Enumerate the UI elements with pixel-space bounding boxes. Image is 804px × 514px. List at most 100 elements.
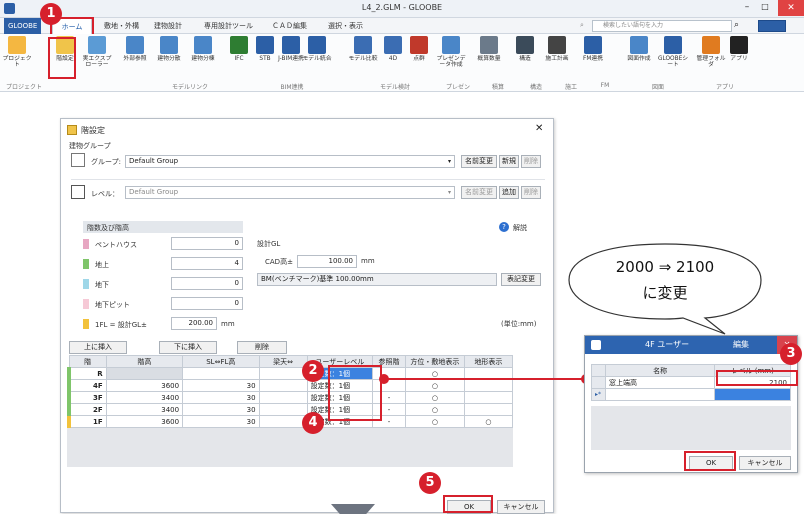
new-row-name-cell[interactable] <box>604 388 716 401</box>
table-cell[interactable]: 3600 <box>105 379 184 392</box>
table-cell[interactable] <box>258 367 308 380</box>
table-cell[interactable]: 30 <box>182 391 260 404</box>
table-cell[interactable]: 30 <box>182 403 260 416</box>
ribbon-group-label: 図面 <box>651 84 664 91</box>
level-name-cell[interactable]: 窓上端高 <box>604 376 716 389</box>
insert-below-button[interactable]: 下に挿入 <box>159 341 217 354</box>
ribbon-button-18[interactable]: 図面作成 <box>622 36 656 80</box>
tab-building-design[interactable]: 建物設計 <box>150 18 186 34</box>
ribbon-group-label: 積算 <box>491 84 504 91</box>
delete-row-button[interactable]: 削除 <box>237 341 287 354</box>
toggle-icon[interactable] <box>758 20 786 32</box>
table-cell[interactable]: 30 <box>182 415 260 428</box>
sub-cancel-button[interactable]: キャンセル <box>739 456 791 470</box>
table-cell[interactable]: 4F <box>66 379 107 392</box>
table-cell[interactable]: 3400 <box>105 391 184 404</box>
ribbon-button-icon <box>126 36 144 54</box>
below-input[interactable]: 0 <box>171 277 243 290</box>
ribbon-button-icon <box>88 36 106 54</box>
tab-select-view[interactable]: 選択・表示 <box>324 18 367 34</box>
ribbon-button-17[interactable]: FM連携 <box>576 36 610 80</box>
table-cell[interactable]: 1F <box>66 415 107 428</box>
search-input[interactable]: 検索したい語句を入力 <box>592 20 732 32</box>
add-level-button[interactable]: 追加 <box>499 186 519 199</box>
table-cell[interactable]: ○ <box>463 415 514 428</box>
above-input[interactable]: 4 <box>171 257 243 270</box>
dialog-close-icon[interactable]: ✕ <box>535 123 543 134</box>
table-cell[interactable]: ○ <box>404 403 465 416</box>
pit-input[interactable]: 0 <box>171 297 243 310</box>
callout-line-1: 2000 ⇒ 2100 <box>615 258 715 276</box>
ribbon-button-16[interactable]: 施工計画 <box>540 36 574 80</box>
ribbon-button-5[interactable]: 建物分棟 <box>186 36 220 80</box>
fl-input[interactable]: 200.00 <box>171 317 217 330</box>
ribbon-button-9[interactable]: モデル統合 <box>300 36 334 80</box>
new-row-level-cell[interactable] <box>714 388 791 401</box>
ribbon-button-4[interactable]: 建物分散 <box>152 36 186 80</box>
notation-button[interactable]: 表記変更 <box>501 273 541 286</box>
table-cell[interactable]: 3600 <box>105 415 184 428</box>
ribbon-button-icon <box>548 36 566 54</box>
table-cell[interactable] <box>258 379 308 392</box>
tab-design-tools[interactable]: 専用設計ツール <box>200 18 257 34</box>
search-button-icon[interactable]: ⌕ <box>734 20 739 30</box>
ribbon-button-21[interactable]: アプリ <box>722 36 756 80</box>
minimize-icon[interactable]: – <box>740 2 754 14</box>
ribbon-button-13[interactable]: プレゼンデータ作成 <box>434 36 468 80</box>
cancel-button[interactable]: キャンセル <box>497 500 545 514</box>
ribbon-button-icon <box>194 36 212 54</box>
group-select[interactable]: Default Group ▾ <box>125 155 455 168</box>
help-icon[interactable]: ? <box>499 222 509 232</box>
delete-group-button[interactable]: 削除 <box>521 155 541 168</box>
close-icon[interactable]: ✕ <box>778 0 804 16</box>
rename-level-button[interactable]: 名前変更 <box>461 186 497 199</box>
tab-gloobe[interactable]: GLOOBE <box>4 18 42 34</box>
table-cell[interactable] <box>105 367 184 380</box>
ribbon-button-label: モデル統合 <box>302 56 332 62</box>
ribbon-button-3[interactable]: 外部参照 <box>118 36 152 80</box>
new-button[interactable]: 新規 <box>499 155 519 168</box>
maximize-icon[interactable]: □ <box>758 2 772 14</box>
cad-input[interactable]: 100.00 <box>297 255 357 268</box>
table-cell[interactable]: R <box>66 367 107 380</box>
table-cell[interactable] <box>182 367 260 380</box>
ribbon-button-19[interactable]: GLOOBEシート <box>656 36 690 80</box>
ribbon-button-label: 建物分散 <box>157 56 181 62</box>
ribbon-button-12[interactable]: 点群 <box>402 36 436 80</box>
table-cell[interactable]: 2F <box>66 403 107 416</box>
ribbon-button-14[interactable]: 概算数量 <box>472 36 506 80</box>
table-cell[interactable]: ○ <box>404 391 465 404</box>
ribbon-button-icon <box>702 36 720 54</box>
ribbon-button-0[interactable]: プロジェクト <box>0 36 34 80</box>
delete-level-button[interactable]: 削除 <box>521 186 541 199</box>
highlight-ok <box>443 495 493 513</box>
penthouse-input[interactable]: 0 <box>171 237 243 250</box>
user-level-dialog-titlebar: 4F ユーザー 編集 ✕ <box>585 336 797 354</box>
table-cell[interactable] <box>258 391 308 404</box>
table-cell[interactable] <box>463 391 514 404</box>
table-cell[interactable]: 3400 <box>105 403 184 416</box>
ribbon-button-15[interactable]: 構造 <box>508 36 542 80</box>
table-cell[interactable] <box>258 415 308 428</box>
ribbon-button-label: プロジェクト <box>2 56 32 69</box>
table-row[interactable]: 1F 3600 30 設定数：1個 - ○ ○ <box>66 415 514 428</box>
level-select[interactable]: Default Group ▾ <box>125 186 455 199</box>
ribbon-button-10[interactable]: モデル比較 <box>346 36 380 80</box>
table-cell[interactable] <box>258 403 308 416</box>
step-badge-2: 2 <box>302 360 324 382</box>
table-row[interactable]: 2F 3400 30 設定数：1個 - ○ <box>66 403 514 416</box>
table-cell[interactable]: ○ <box>404 415 465 428</box>
ribbon-button-label: 図面作成 <box>627 56 651 62</box>
table-cell[interactable]: 3F <box>66 391 107 404</box>
table-cell[interactable]: 30 <box>182 379 260 392</box>
tab-site[interactable]: 敷地・外構 <box>100 18 143 34</box>
table-cell[interactable] <box>463 403 514 416</box>
tab-cad-edit[interactable]: ＣＡＤ編集 <box>268 18 311 34</box>
insert-above-button[interactable]: 上に挿入 <box>69 341 127 354</box>
help-link[interactable]: 解説 <box>513 223 527 233</box>
ribbon-button-icon <box>384 36 402 54</box>
rename-button[interactable]: 名前変更 <box>461 155 497 168</box>
penthouse-color-icon <box>83 239 89 249</box>
table-row[interactable]: 3F 3400 30 設定数：1個 - ○ <box>66 391 514 404</box>
ribbon-button-2[interactable]: 実エクスプローラー <box>80 36 114 80</box>
